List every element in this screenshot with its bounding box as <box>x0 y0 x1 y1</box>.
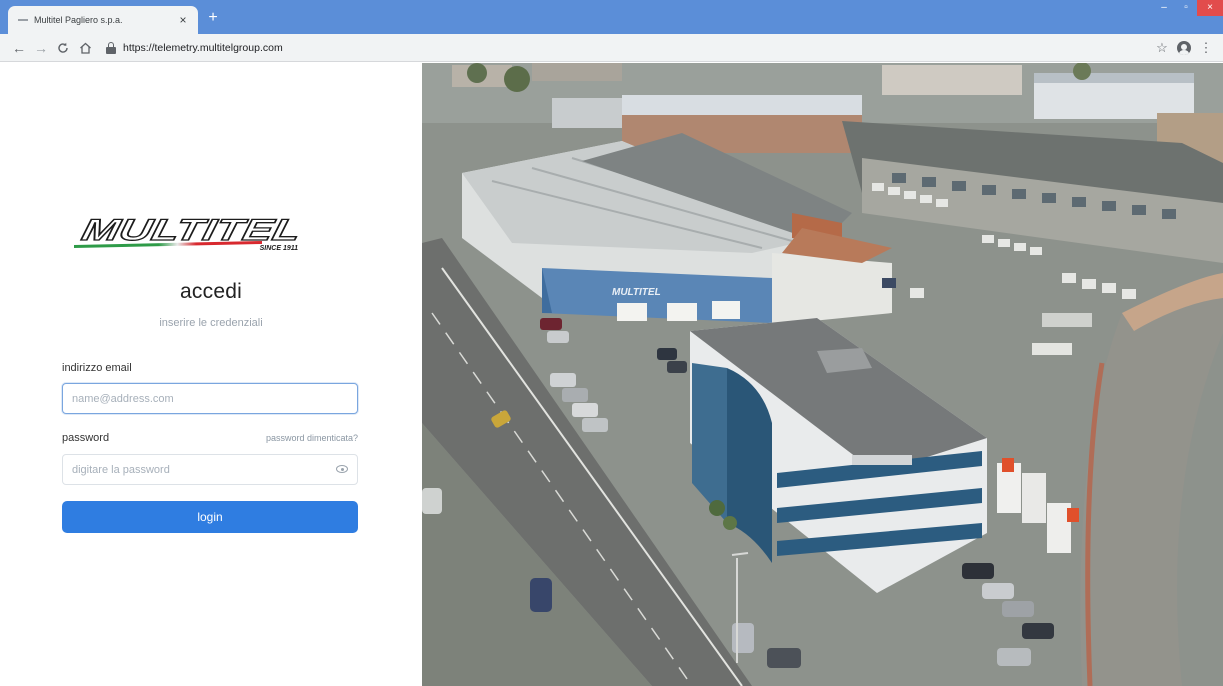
close-window-button[interactable]: × <box>1197 0 1223 16</box>
browser-tab-bar: Multitel Pagliero s.p.a. × + – ▫ × <box>0 0 1223 34</box>
email-label: indirizzo email <box>62 362 132 374</box>
profile-icon-button[interactable] <box>1173 37 1195 59</box>
forgot-password-link[interactable]: password dimenticata? <box>266 433 358 443</box>
toolbar-actions: ☆ ⋮ <box>1151 37 1217 59</box>
aerial-photo-multitel-headquarters: MULTITEL <box>422 63 1223 686</box>
login-button[interactable]: login <box>62 501 358 533</box>
forward-arrow-icon[interactable]: → <box>30 37 52 59</box>
menu-dots-icon[interactable]: ⋮ <box>1195 37 1217 59</box>
page-content: MULTITEL SINCE 1911 accedi inserire le c… <box>0 63 1223 686</box>
tab-close-icon[interactable]: × <box>176 13 190 27</box>
restore-button[interactable]: ▫ <box>1175 0 1197 16</box>
bookmark-star-icon[interactable]: ☆ <box>1151 37 1173 59</box>
tab-title: Multitel Pagliero s.p.a. <box>34 15 123 25</box>
tab-favicon-icon <box>18 19 28 21</box>
browser-tab[interactable]: Multitel Pagliero s.p.a. × <box>8 6 198 34</box>
lock-icon[interactable] <box>106 41 116 54</box>
login-title: accedi <box>180 280 242 303</box>
email-input[interactable] <box>62 383 358 414</box>
browser-toolbar: ← → https://telemetry.multitelgroup.com … <box>0 34 1223 62</box>
address-bar-url[interactable]: https://telemetry.multitelgroup.com <box>123 42 283 54</box>
svg-text:MULTITEL: MULTITEL <box>79 214 302 247</box>
login-panel: MULTITEL SINCE 1911 accedi inserire le c… <box>0 63 422 686</box>
password-label: password <box>62 432 110 444</box>
login-subtitle: inserire le credenziali <box>159 317 263 329</box>
svg-text:MULTITEL: MULTITEL <box>612 287 661 298</box>
svg-text:SINCE 1911: SINCE 1911 <box>260 245 298 252</box>
multitel-logo: MULTITEL SINCE 1911 <box>74 214 302 252</box>
profile-icon <box>1177 41 1191 55</box>
back-arrow-icon[interactable]: ← <box>8 37 30 59</box>
reload-icon[interactable] <box>52 37 74 59</box>
home-icon[interactable] <box>74 37 96 59</box>
new-tab-button[interactable]: + <box>204 9 222 27</box>
show-password-eye-icon[interactable] <box>336 465 348 473</box>
minimize-button[interactable]: – <box>1153 0 1175 16</box>
password-input[interactable] <box>62 454 358 485</box>
window-controls: – ▫ × <box>1153 0 1223 20</box>
